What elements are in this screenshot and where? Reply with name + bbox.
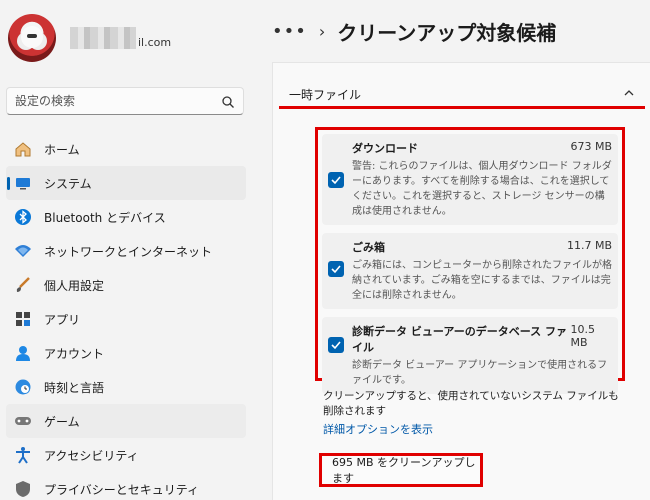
chevron-up-icon[interactable] [623,87,635,99]
account-email: il.com [70,27,171,49]
sidebar-item-label: ゲーム [44,414,80,429]
sidebar-item-network[interactable]: ネットワークとインターネット [6,234,246,268]
clock-globe-icon [14,378,32,396]
sidebar-item-label: 個人用設定 [44,278,105,293]
sidebar-item-apps[interactable]: アプリ [6,302,246,336]
check-icon [331,341,341,350]
sidebar-item-label: ネットワークとインターネット [44,244,213,259]
sidebar-item-label: ホーム [44,142,80,157]
sidebar-item-time-language[interactable]: 時刻と言語 [6,370,246,404]
sidebar-item-label: Bluetooth とデバイス [44,210,166,225]
section-title: 一時ファイル [289,87,362,102]
sidebar-item-label: アクセシビリティ [44,448,139,463]
file-description: ごみ箱には、コンピューターから削除されたファイルが格納されています。ごみ箱を空に… [352,260,612,301]
page-title: クリーンアップ対象候補 [337,20,557,45]
file-list-highlight: ダウンロード 673 MB 警告: これらのファイルは、個人用ダウンロード フォ… [315,127,625,394]
redacted-email-blur [70,27,136,49]
file-name: 診断データ ビューアーのデータベース ファイル [352,325,568,354]
checkbox-diagnostic-data[interactable] [328,337,344,353]
highlight-underline [279,106,645,109]
checkbox-downloads[interactable] [328,172,344,188]
chevron-right-icon: › [318,21,326,41]
check-icon [331,265,341,274]
sidebar: il.com ホーム システム Bluetooth とデバイス [0,0,255,500]
sidebar-item-privacy[interactable]: プライバシーとセキュリティ [6,472,246,500]
sidebar-item-home[interactable]: ホーム [6,132,246,166]
temp-files-expander[interactable]: 一時ファイル [279,79,641,109]
check-icon [331,176,341,185]
file-size: 10.5 MB [570,323,595,349]
file-name: ごみ箱 [352,241,385,254]
search-icon[interactable] [221,94,235,108]
sidebar-nav: ホーム システム Bluetooth とデバイス ネットワークとインターネット … [6,132,246,500]
apps-icon [14,310,32,328]
file-size: 11.7 MB [566,239,612,252]
sidebar-item-label: アカウント [44,346,105,361]
list-item-diagnostic-data[interactable]: 診断データ ビューアーのデータベース ファイル 10.5 MB 診断データ ビュ… [322,317,618,394]
profile[interactable]: il.com [8,14,171,62]
page-header: ••• › クリーンアップ対象候補 [272,14,556,48]
checkbox-recycle-bin[interactable] [328,261,344,277]
home-icon [14,140,32,158]
file-description: 診断データ ビューアー アプリケーションで使用されるファイルです。 [352,360,608,386]
sidebar-item-personalization[interactable]: 個人用設定 [6,268,246,302]
shield-icon [14,480,32,498]
cleanup-note: クリーンアップすると、使用されていないシステム ファイルも削除されます [323,390,619,417]
cleanup-button-label: 695 MB をクリーンアップします [332,456,476,485]
system-icon [14,174,32,192]
advanced-options-link[interactable]: 詳細オプションを表示 [323,421,433,437]
accessibility-icon [14,446,32,464]
avatar[interactable] [8,14,56,62]
sidebar-item-bluetooth[interactable]: Bluetooth とデバイス [6,200,246,234]
breadcrumb-more-button[interactable]: ••• [272,21,307,42]
sidebar-item-label: システム [44,176,92,191]
brush-icon [14,276,32,294]
sidebar-item-accounts[interactable]: アカウント [6,336,246,370]
sidebar-item-accessibility[interactable]: アクセシビリティ [6,438,246,472]
list-item-downloads[interactable]: ダウンロード 673 MB 警告: これらのファイルは、個人用ダウンロード フォ… [322,134,618,225]
account-email-text: il.com [138,35,172,49]
sidebar-item-label: プライバシーとセキュリティ [44,482,200,497]
wifi-icon [14,242,32,260]
sidebar-item-label: アプリ [44,312,81,327]
file-description: 警告: これらのファイルは、個人用ダウンロード フォルダーにあります。すべてを削… [352,161,612,217]
file-size: 673 MB [570,140,612,153]
person-icon [14,344,32,362]
settings-search[interactable] [6,87,244,115]
bluetooth-icon [14,208,32,226]
sidebar-item-gaming[interactable]: ゲーム [6,404,246,438]
file-name: ダウンロード [352,142,418,155]
gamepad-icon [14,412,32,430]
cleanup-button[interactable]: 695 MB をクリーンアップします [319,453,483,487]
sidebar-item-label: 時刻と言語 [44,380,105,395]
list-item-recycle-bin[interactable]: ごみ箱 11.7 MB ごみ箱には、コンピューターから削除されたファイルが格納さ… [322,233,618,309]
sidebar-item-system[interactable]: システム [6,166,246,200]
search-input[interactable] [15,94,221,108]
content-panel: 一時ファイル ダウンロード 673 MB 警告: これらのファイルは、個人用ダウ… [272,62,650,500]
